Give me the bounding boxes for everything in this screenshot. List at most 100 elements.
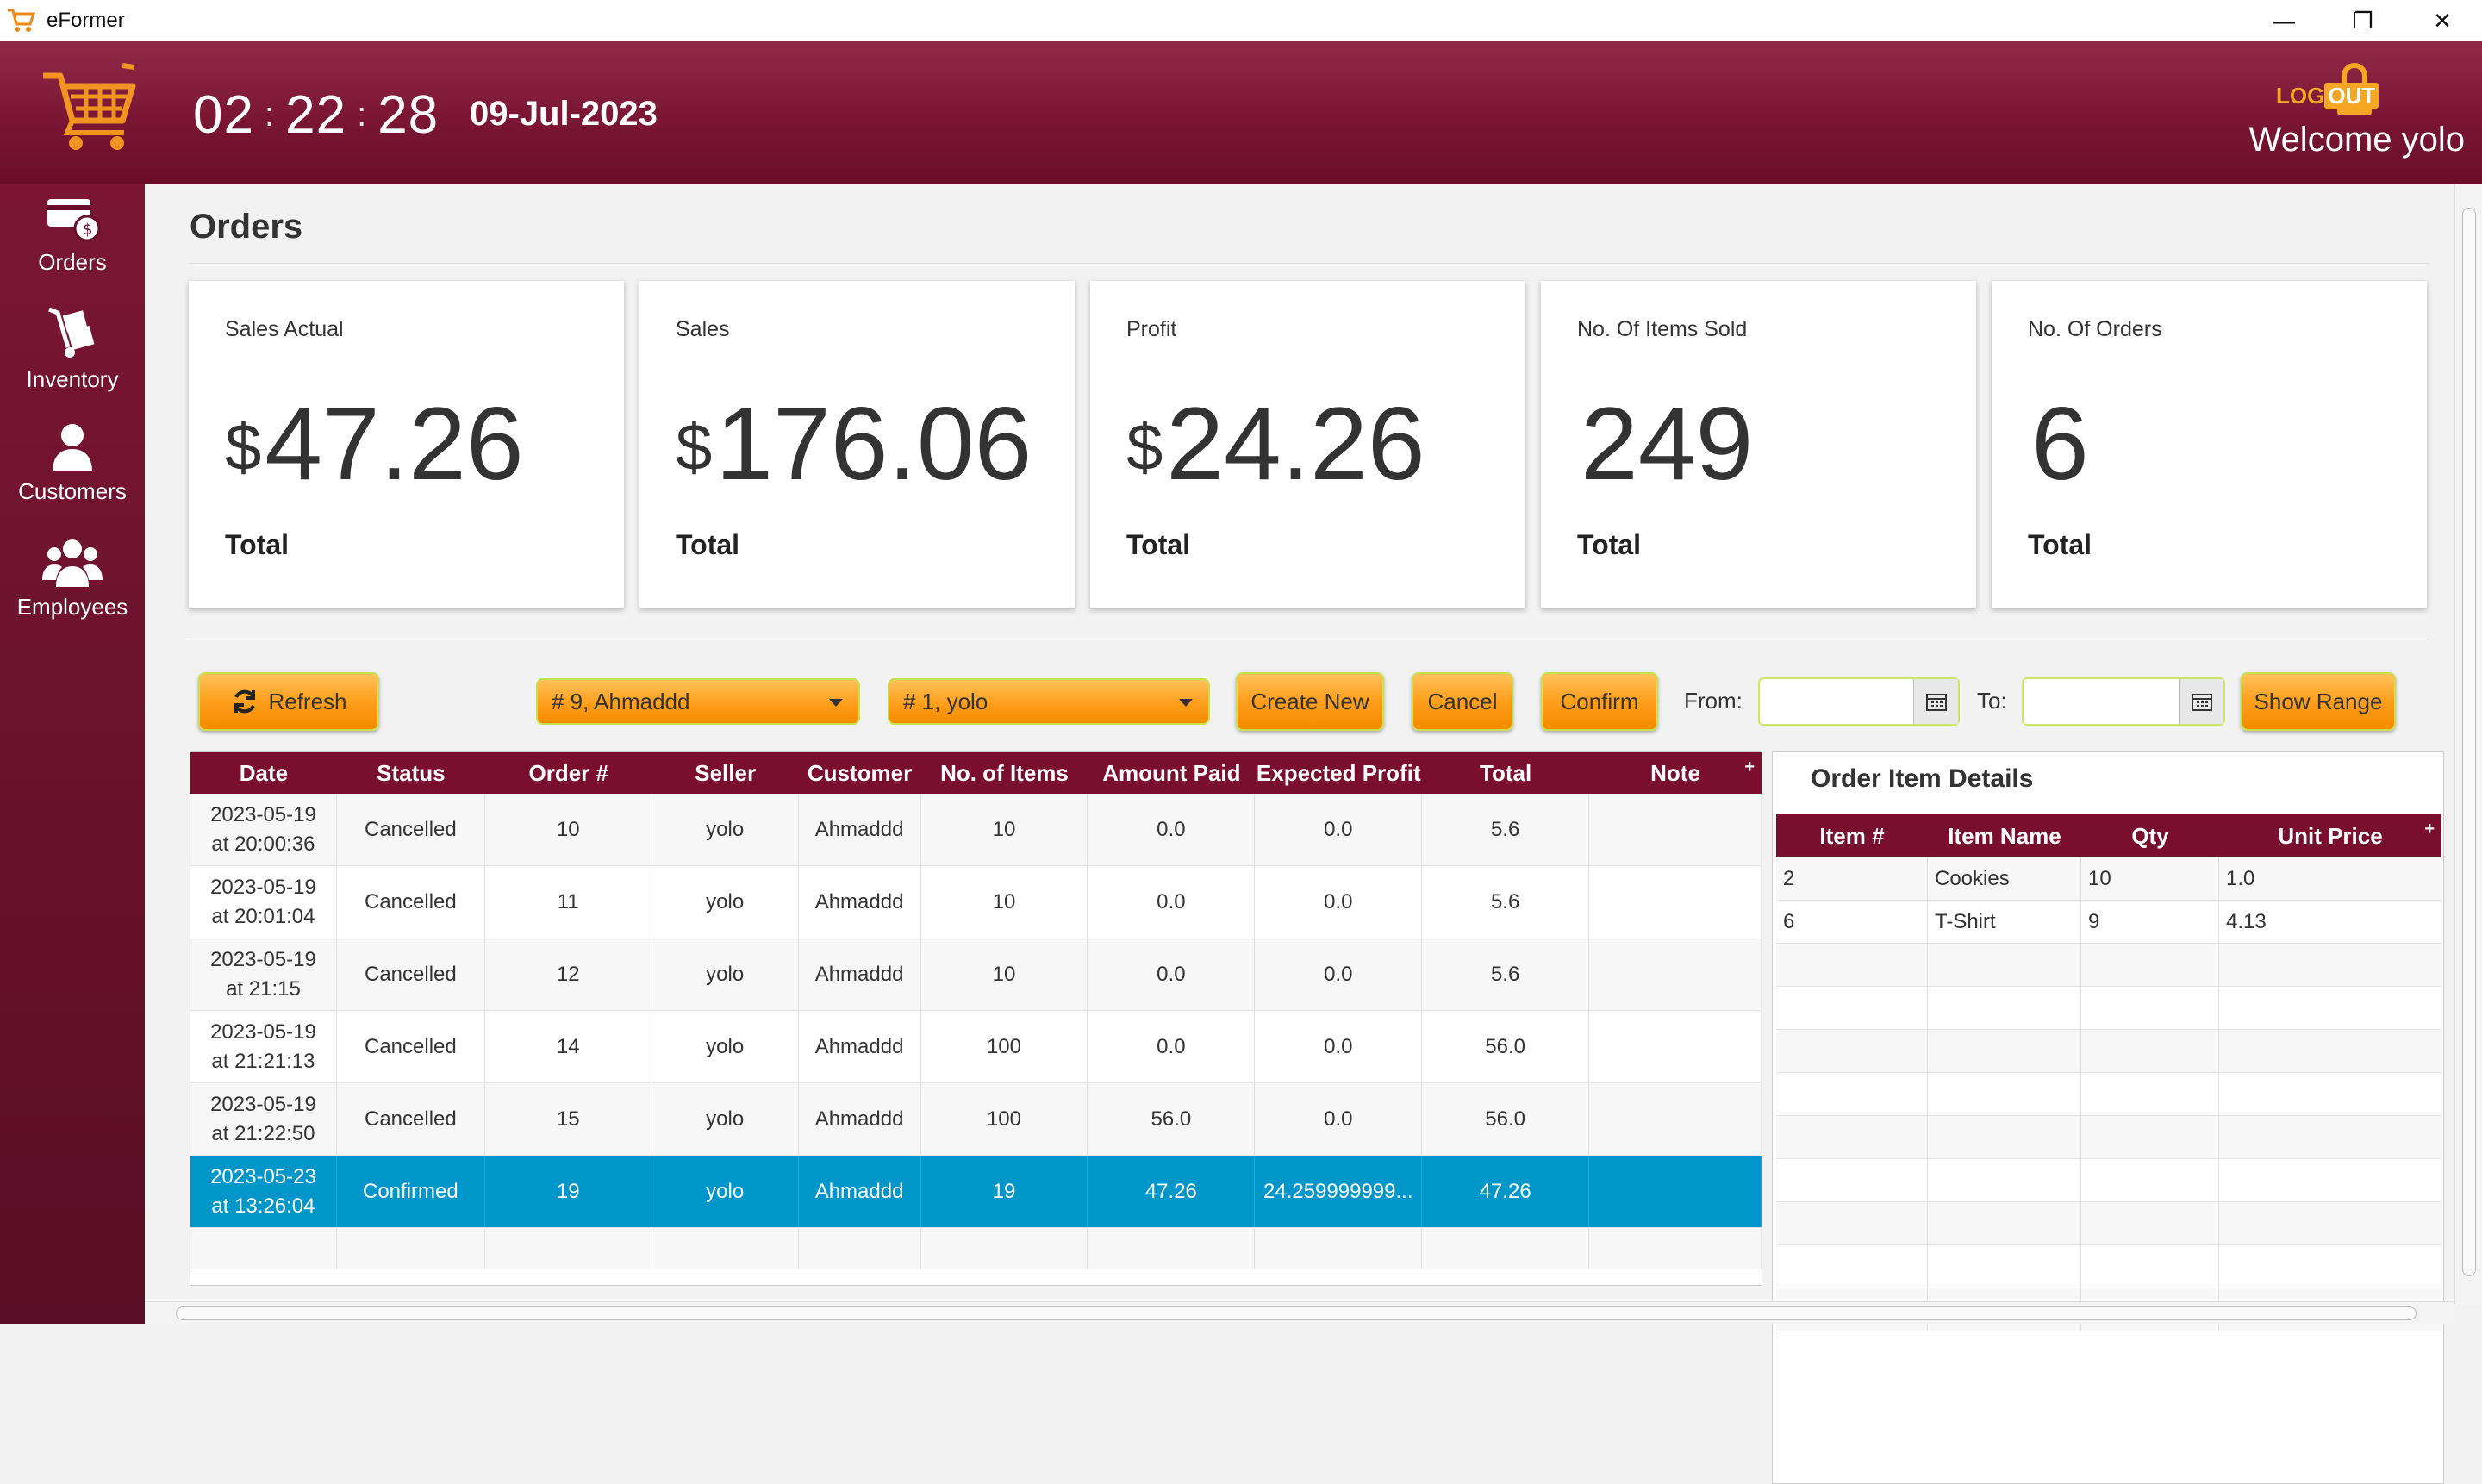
- sidebar-label: Inventory: [26, 366, 119, 392]
- table-row-empty: [1776, 1073, 2441, 1116]
- table-body: 2023-05-19 at 20:00:36 Cancelled 10 yolo …: [190, 794, 1762, 1269]
- close-button[interactable]: ✕: [2403, 0, 2482, 41]
- to-label: To:: [1977, 688, 2007, 714]
- card-label: No. Of Items Sold: [1577, 317, 1748, 341]
- column-header[interactable]: No. of Items: [921, 752, 1088, 794]
- app-header: 02 : 22 : 28 09-Jul-2023 LOG OUT Welcome …: [0, 41, 2482, 184]
- clock-hours: 02: [193, 85, 254, 145]
- card-foot: Total: [1577, 529, 1642, 560]
- table-row[interactable]: 2 Cookies 10 1.0: [1776, 857, 2441, 901]
- column-header[interactable]: Order #: [485, 752, 652, 794]
- sidebar-item-customers[interactable]: Customers: [0, 421, 145, 505]
- logout-button[interactable]: LOG OUT: [2276, 83, 2379, 109]
- column-header[interactable]: Amount Paid: [1088, 752, 1255, 794]
- column-header[interactable]: Note: [1589, 752, 1762, 794]
- clock: 02 : 22 : 28: [193, 85, 440, 145]
- table-row-empty: [190, 1228, 1762, 1269]
- details-table: Item # Item Name Qty Unit Price + 2 Cook…: [1776, 814, 2441, 1331]
- horizontal-scrollbar[interactable]: [145, 1301, 2454, 1324]
- table-row[interactable]: 2023-05-19 at 21:21:13 Cancelled 14 yolo …: [190, 1011, 1762, 1083]
- table-row-empty: [1776, 944, 2441, 987]
- card-value: 249: [1581, 386, 1754, 502]
- divider: [188, 263, 2429, 264]
- inventory-icon: [48, 307, 95, 358]
- column-header[interactable]: Item Name: [1928, 814, 2081, 857]
- shopping-cart-icon: [43, 63, 136, 150]
- sidebar-label: Customers: [18, 478, 127, 504]
- table-row[interactable]: 2023-05-19 at 21:15 Cancelled 12 yolo Ahm…: [190, 938, 1762, 1011]
- customer-icon: [53, 424, 92, 471]
- stat-card-orders: No. Of Orders 6 Total: [1992, 281, 2427, 608]
- table-row-empty: [1776, 1202, 2441, 1245]
- window-titlebar: eFormer — ❐ ✕: [0, 0, 2482, 41]
- sidebar-item-employees[interactable]: Employees: [0, 535, 145, 620]
- column-header[interactable]: Item #: [1776, 814, 1928, 857]
- stat-card-sales: Sales $176.06 Total: [639, 281, 1075, 608]
- orders-icon: $: [47, 199, 101, 242]
- column-header[interactable]: Status: [337, 752, 485, 794]
- table-body: 2 Cookies 10 1.0 6 T-Shirt 9 4.13: [1776, 857, 2441, 1331]
- customer-select[interactable]: # 9, Ahmaddd: [536, 678, 860, 725]
- sidebar-item-inventory[interactable]: Inventory: [0, 306, 145, 393]
- restore-button[interactable]: ❐: [2323, 0, 2403, 41]
- scrollbar-thumb[interactable]: [2462, 208, 2476, 1276]
- table-row-empty: [1776, 1116, 2441, 1159]
- card-foot: Total: [676, 529, 740, 560]
- card-foot: Total: [1126, 529, 1191, 560]
- column-header[interactable]: Seller: [652, 752, 799, 794]
- column-header[interactable]: Qty: [2081, 814, 2219, 857]
- sidebar-item-orders[interactable]: $ Orders: [0, 194, 145, 276]
- stat-card-sales-actual: Sales Actual $47.26 Total: [189, 281, 624, 608]
- card-label: No. Of Orders: [2028, 317, 2162, 341]
- page-title: Orders: [190, 208, 303, 246]
- sidebar-label: Employees: [16, 594, 128, 620]
- create-new-button[interactable]: Create New: [1236, 672, 1384, 731]
- show-range-button[interactable]: Show Range: [2241, 672, 2396, 731]
- table-row[interactable]: 2023-05-19 at 20:00:36 Cancelled 10 yolo …: [190, 794, 1762, 866]
- table-row-empty: [1776, 1159, 2441, 1202]
- card-value: 6: [2031, 386, 2089, 502]
- table-header: Item # Item Name Qty Unit Price +: [1776, 814, 2441, 857]
- refresh-icon: [234, 689, 256, 714]
- from-date-field[interactable]: [1758, 677, 1960, 726]
- column-header[interactable]: Customer: [799, 752, 921, 794]
- column-header[interactable]: Date: [190, 752, 337, 794]
- clock-seconds: 28: [377, 85, 440, 145]
- table-row-empty: [1776, 1030, 2441, 1073]
- cart-icon: [8, 9, 36, 32]
- scrollbar-thumb[interactable]: [176, 1306, 2417, 1320]
- card-value: $176.06: [676, 386, 1032, 502]
- calendar-icon[interactable]: [2179, 679, 2223, 724]
- table-row-empty: [1776, 1245, 2441, 1288]
- minimize-button[interactable]: —: [2244, 0, 2323, 41]
- current-date: 09-Jul-2023: [470, 95, 658, 133]
- vertical-scrollbar[interactable]: [2454, 184, 2482, 1304]
- table-row[interactable]: 2023-05-19 at 20:01:04 Cancelled 11 yolo …: [190, 866, 1762, 938]
- sidebar-label: Orders: [38, 249, 107, 275]
- details-title: Order Item Details: [1811, 764, 2034, 793]
- stat-card-profit: Profit $24.26 Total: [1090, 281, 1525, 608]
- stat-card-items-sold: No. Of Items Sold 249 Total: [1541, 281, 1976, 608]
- table-row[interactable]: 2023-05-19 at 21:22:50 Cancelled 15 yolo …: [190, 1083, 1762, 1156]
- column-header[interactable]: Unit Price: [2219, 814, 2441, 857]
- window-title: eFormer: [47, 8, 125, 32]
- column-menu-icon[interactable]: +: [1744, 758, 1755, 777]
- calendar-icon[interactable]: [1913, 679, 1958, 724]
- table-row[interactable]: 6 T-Shirt 9 4.13: [1776, 901, 2441, 944]
- column-menu-icon[interactable]: +: [2424, 820, 2435, 839]
- seller-select[interactable]: # 1, yolo: [888, 678, 1210, 725]
- welcome-text: Welcome yolo: [2248, 121, 2465, 159]
- main-content: Orders Sales Actual $47.26 Total Sales $…: [145, 184, 2454, 1484]
- table-row-selected[interactable]: 2023-05-23 at 13:26:04 Confirmed 19 yolo …: [190, 1156, 1762, 1228]
- to-date-field[interactable]: [2022, 677, 2225, 726]
- card-value: $47.26: [225, 386, 524, 502]
- confirm-button[interactable]: Confirm: [1541, 672, 1658, 731]
- table-header: Date Status Order # Seller Customer No. …: [190, 752, 1762, 794]
- sidebar: $ Orders Inventory Customers Employees: [0, 184, 145, 1324]
- refresh-button[interactable]: Refresh: [198, 672, 379, 731]
- cancel-button[interactable]: Cancel: [1412, 672, 1513, 731]
- column-header[interactable]: Expected Profit: [1255, 752, 1422, 794]
- orders-table: Date Status Order # Seller Customer No. …: [190, 751, 1762, 1286]
- chevron-down-icon: [829, 699, 843, 707]
- column-header[interactable]: Total: [1422, 752, 1589, 794]
